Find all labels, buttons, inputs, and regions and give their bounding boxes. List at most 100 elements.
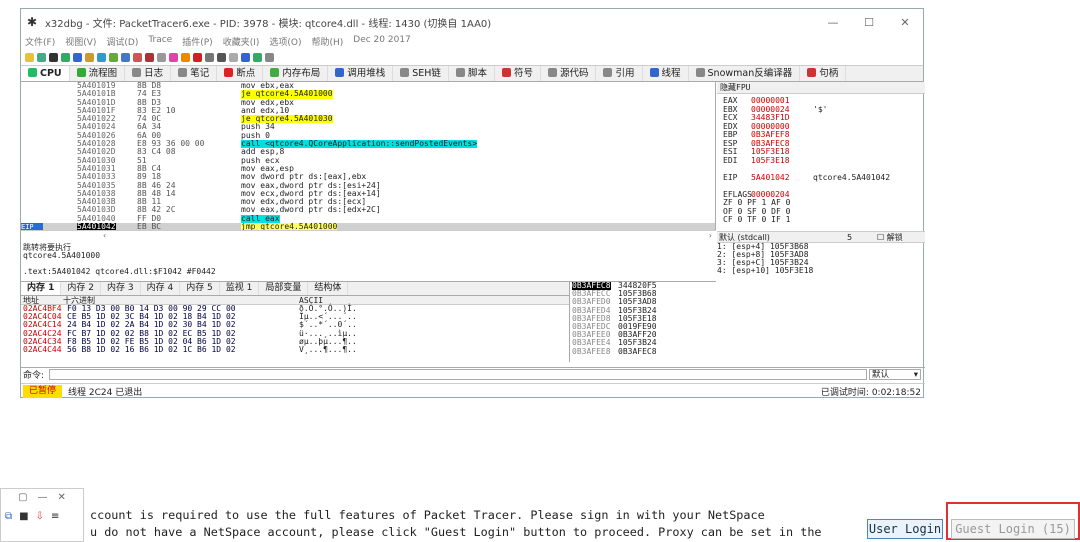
tab-symbols[interactable]: 符号: [495, 66, 541, 81]
record-icon[interactable]: [145, 52, 154, 62]
settings-icon[interactable]: [265, 52, 274, 62]
menu-icon[interactable]: ≡: [51, 511, 59, 522]
function-icon[interactable]: [205, 52, 214, 62]
register-row[interactable]: EIP 5A401042 qtcore4.5A401042: [717, 173, 925, 183]
register-row[interactable]: ESI 105F3E18: [717, 147, 925, 157]
register-row[interactable]: EBX 00000024 '$': [717, 105, 925, 115]
open-icon[interactable]: [25, 52, 34, 62]
mini-restore-button[interactable]: ▢: [18, 489, 27, 507]
disasm-row[interactable]: 5A40101B 74 E3 je qtcore4.5A401000: [21, 89, 715, 99]
user-login-button[interactable]: User Login: [867, 519, 943, 539]
menu-file[interactable]: 文件(F): [25, 35, 55, 49]
menu-plugins[interactable]: 插件(P): [182, 35, 212, 49]
disasm-row[interactable]: 5A40101D 8B D3 mov edx,ebx: [21, 98, 715, 107]
bottom-tab[interactable]: 内存 2: [61, 282, 101, 295]
tab-log[interactable]: 日志: [125, 66, 172, 81]
menu-favourites[interactable]: 收藏夹(I): [223, 35, 260, 49]
disasm-row[interactable]: 5A401030 51 push ecx: [21, 156, 715, 165]
patch-icon[interactable]: [169, 52, 178, 62]
tab-graph[interactable]: 流程图: [70, 66, 126, 81]
run-to-user-icon[interactable]: [121, 52, 130, 62]
register-row[interactable]: ESP 0B3AFEC8: [717, 139, 925, 149]
tab-notes[interactable]: 笔记: [171, 66, 218, 81]
minimize-button[interactable]: —: [815, 16, 851, 29]
unlock-checkbox[interactable]: ☐ 解锁: [877, 232, 903, 243]
run-icon[interactable]: [61, 52, 70, 62]
stack-row[interactable]: 0B3AFEE8 0B3AFEC8: [570, 347, 925, 356]
bottom-tab[interactable]: 结构体: [308, 282, 349, 295]
disasm-row[interactable]: 5A401031 8B C4 mov eax,esp: [21, 164, 715, 173]
guest-login-button[interactable]: Guest Login (15): [951, 519, 1075, 539]
disassembly-view[interactable]: 5A401019 8B D8 mov ebx,eax 5A40101B 74 E3 je …: [21, 82, 716, 230]
script-run-icon[interactable]: [253, 52, 262, 62]
disasm-row[interactable]: 5A40101F 83 E2 10 and edx,10: [21, 106, 715, 115]
command-input[interactable]: [49, 369, 867, 380]
stop-icon[interactable]: [49, 52, 58, 62]
menu-trace[interactable]: Trace: [148, 35, 172, 49]
command-mode-select[interactable]: 默认 ▾: [869, 369, 921, 380]
disasm-row[interactable]: 5A401024 6A 34 push 34: [21, 123, 715, 132]
call-convention-select[interactable]: 默认 (stdcall): [719, 233, 770, 242]
bottom-tab[interactable]: 局部变量: [259, 282, 309, 295]
disasm-row[interactable]: 5A401040 FF D0 call eax: [21, 214, 715, 224]
mini-minimize-button[interactable]: —: [38, 489, 48, 507]
arg-count-spinner[interactable]: 5: [847, 232, 852, 243]
scroll-left-icon[interactable]: ‹: [103, 231, 106, 240]
disasm-hscrollbar[interactable]: ‹ ›: [21, 230, 716, 240]
step-over-icon[interactable]: [97, 52, 106, 62]
bottom-tab[interactable]: 监视 1: [220, 282, 260, 295]
label-icon[interactable]: [193, 52, 202, 62]
disasm-row[interactable]: 5A401022 74 0C je qtcore4.5A401030: [21, 114, 715, 124]
menu-options[interactable]: 选项(O): [269, 35, 301, 49]
register-row[interactable]: ECX 34483F1D: [717, 113, 925, 123]
menu-view[interactable]: 视图(V): [65, 35, 96, 49]
download-icon[interactable]: ⇩: [36, 511, 44, 522]
menu-help[interactable]: 帮助(H): [311, 35, 343, 49]
tab-script[interactable]: 脚本: [449, 66, 495, 81]
mini-close-button[interactable]: ✕: [58, 489, 66, 507]
dump-row[interactable]: 02AC4C44 56 B8 1D 02 16 B6 1D 02 1C B6 1D…: [21, 345, 569, 354]
disasm-row[interactable]: 5A401028 E8 93 36 00 00 call <qtcore4.QCor…: [21, 139, 715, 149]
bottom-tab[interactable]: 内存 4: [141, 282, 181, 295]
register-row[interactable]: EDI 105F3E18: [717, 156, 925, 166]
menu-debug[interactable]: 调试(D): [106, 35, 138, 49]
bottom-tab[interactable]: 内存 3: [101, 282, 141, 295]
trace-icon[interactable]: [133, 52, 142, 62]
step-into-icon[interactable]: [85, 52, 94, 62]
step-out-icon[interactable]: [109, 52, 118, 62]
tab-source[interactable]: 源代码: [541, 66, 597, 81]
close-button[interactable]: ✕: [887, 16, 923, 29]
tab-breakpoint[interactable]: 断点: [217, 66, 264, 81]
tab-seh[interactable]: SEH链: [393, 66, 449, 81]
network-icon[interactable]: ⧉: [5, 511, 12, 522]
tab-snowman[interactable]: Snowman反编译器: [689, 66, 801, 81]
font-icon[interactable]: [229, 52, 238, 62]
disasm-row[interactable]: 5A401019 8B D8 mov ebx,eax: [21, 82, 715, 90]
disasm-row[interactable]: 5A40103D 8B 42 2C mov eax,dword ptr ds:[ed…: [21, 206, 715, 215]
calculator-icon[interactable]: [241, 52, 250, 62]
register-row[interactable]: EBP 0B3AFEF8: [717, 130, 925, 140]
tab-memory[interactable]: 内存布局: [263, 66, 329, 81]
disasm-row[interactable]: EIP 5A401042 EB BC jmp qtcore4.5A401000: [21, 222, 715, 230]
maximize-button[interactable]: ☐: [851, 16, 887, 29]
tab-callstack[interactable]: 调用堆栈: [328, 66, 394, 81]
comment-icon[interactable]: [181, 52, 190, 62]
stack-view[interactable]: 0B3AFEC8 344820F5 0B3AFECC 105F3B68 0B3AFED0…: [569, 282, 925, 362]
restart-icon[interactable]: [37, 52, 46, 62]
pause-icon[interactable]: [73, 52, 82, 62]
register-row[interactable]: EDX 00000000: [717, 122, 925, 132]
register-row[interactable]: CF 0 TF 0 IF 1: [717, 215, 925, 225]
memory-dump[interactable]: 地址 十六进制 ASCII 02AC4BF4 F0 13 D3 00 B0 14 …: [21, 296, 569, 362]
bottom-tab[interactable]: 内存 5: [180, 282, 220, 295]
tab-handles[interactable]: 句柄: [800, 66, 847, 81]
tab-cpu[interactable]: CPU: [21, 66, 70, 81]
scroll-right-icon[interactable]: ›: [709, 231, 712, 240]
hash-icon[interactable]: [217, 52, 226, 62]
disasm-row[interactable]: 5A40102D 83 C4 08 add esp,8: [21, 148, 715, 157]
hide-fpu-button[interactable]: 隐藏FPU: [717, 82, 925, 94]
disasm-row[interactable]: 5A401038 8B 48 14 mov ecx,dword ptr ds:[ea…: [21, 189, 715, 198]
scylla-icon[interactable]: [157, 52, 166, 62]
tab-references[interactable]: 引用: [596, 66, 643, 81]
tab-threads[interactable]: 线程: [643, 66, 689, 81]
user-icon[interactable]: ■: [19, 511, 28, 522]
